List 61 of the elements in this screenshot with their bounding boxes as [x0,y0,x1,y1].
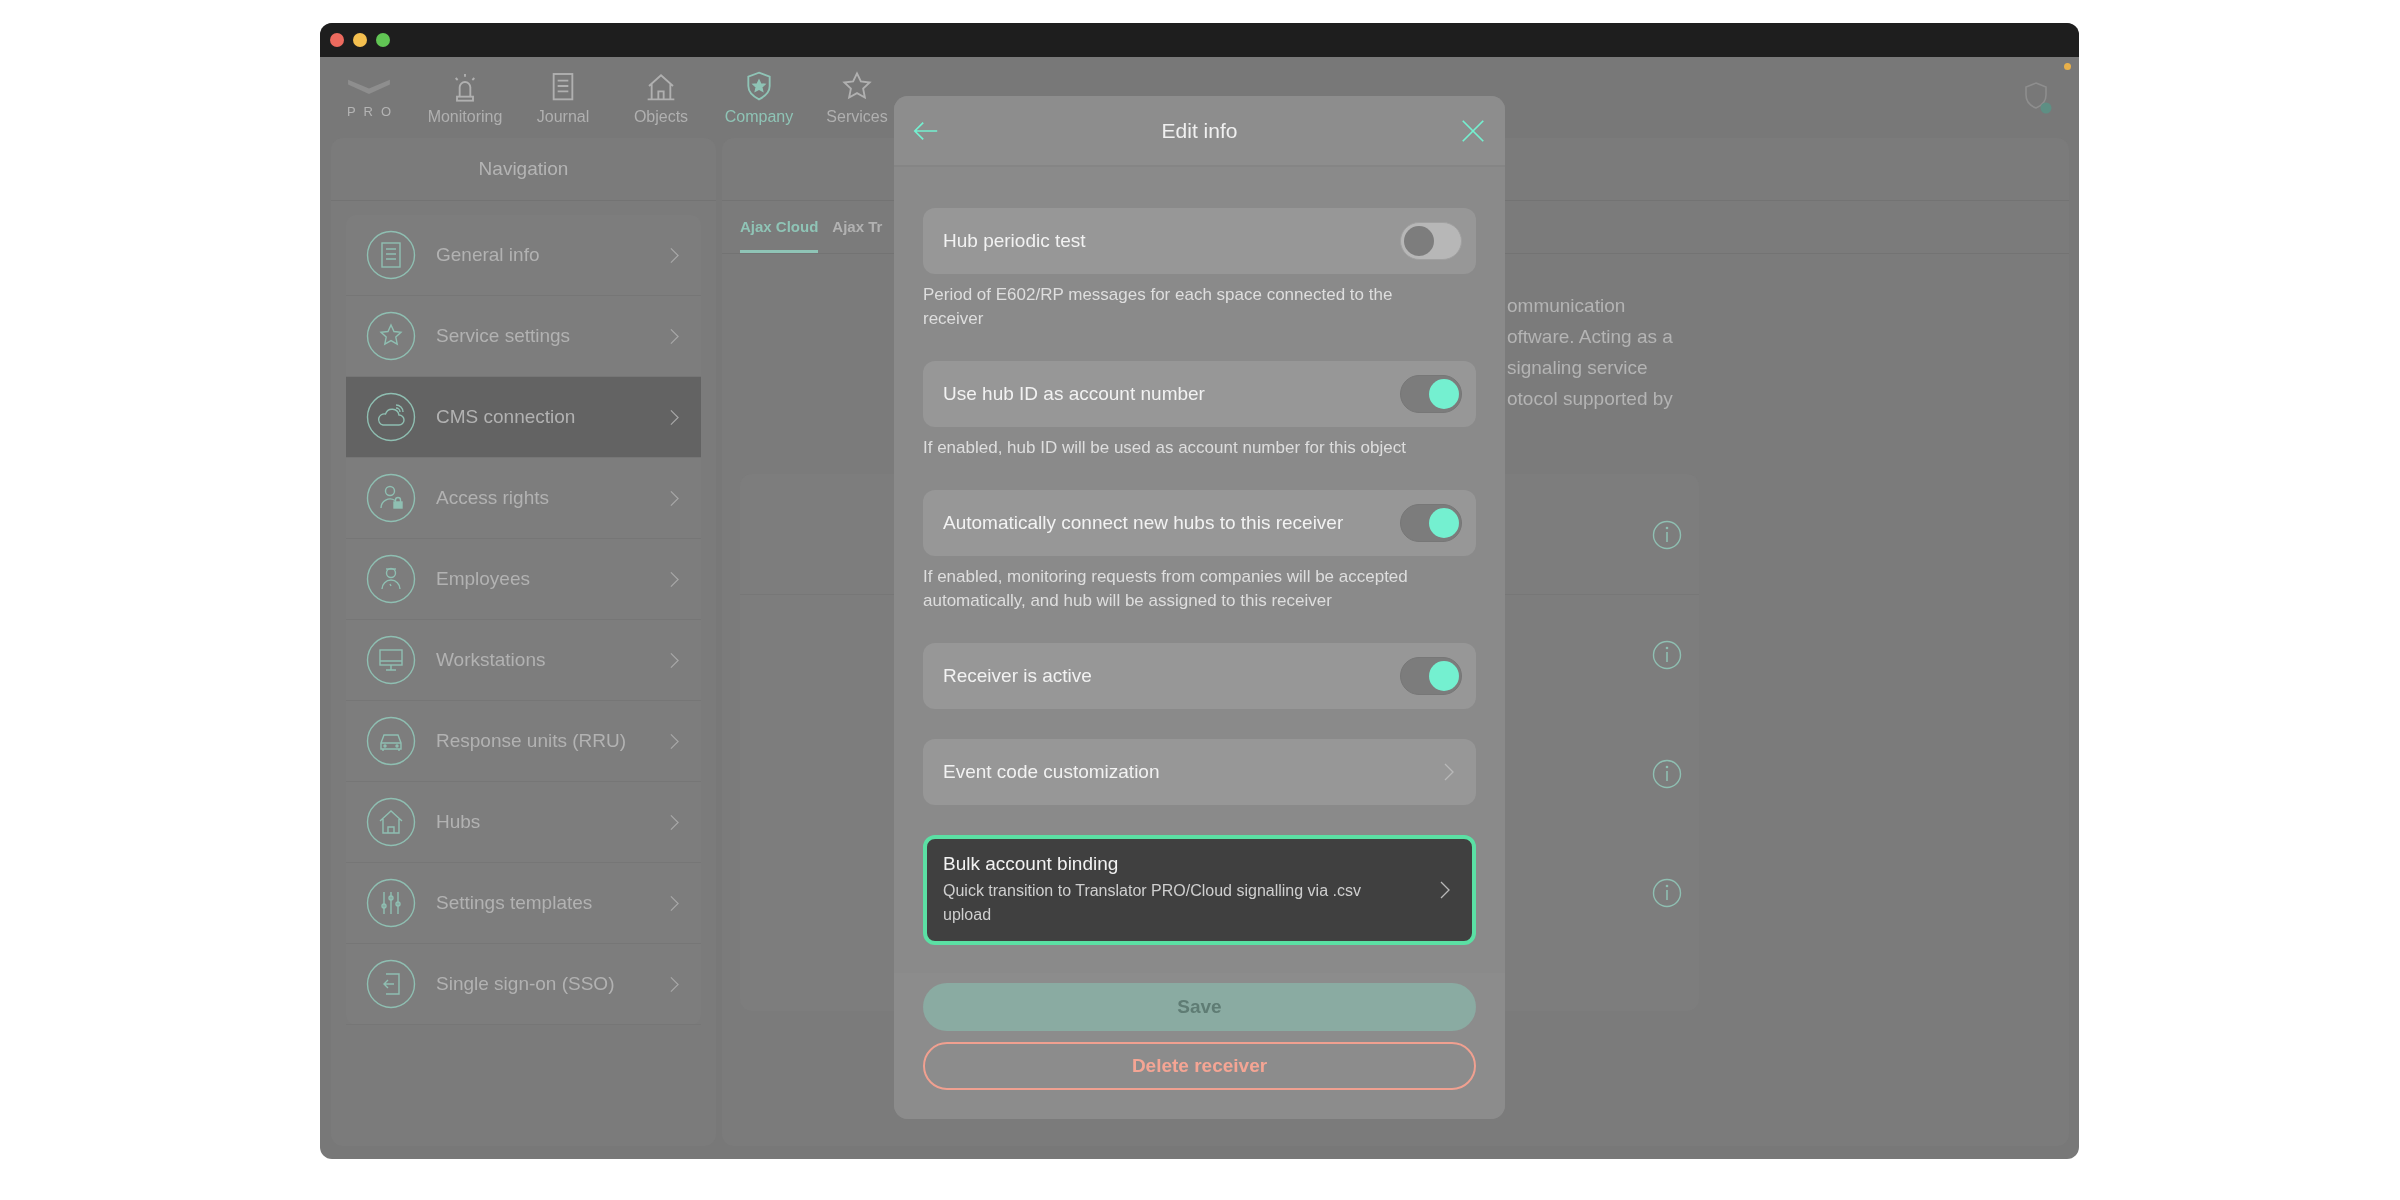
zoom-window-button[interactable] [376,33,390,47]
toggle-switch[interactable] [1400,657,1462,695]
toggle-switch[interactable] [1400,504,1462,542]
house-icon [366,797,416,847]
car-icon [366,716,416,766]
setting-hint: If enabled, monitoring requests from companies will be accepted automatically, and hub will be assigned to this receiver [923,566,1409,612]
dialog-title: Edit info [1161,118,1238,143]
setting-label: Automatically connect new hubs to this receiver [943,512,1345,534]
chevron-icon [1440,881,1450,899]
toggle-switch[interactable] [1400,375,1462,413]
navigation-item[interactable]: CMS connection [346,377,701,458]
sliders-icon [366,878,416,928]
info-icon[interactable] [1652,877,1682,908]
delete-receiver-button[interactable]: Delete receiver [923,1042,1476,1090]
info-icon[interactable] [1652,639,1682,670]
setting-hint: Period of E602/RP messages for each space connected to the receiver [923,284,1394,330]
chevron-icon [670,570,679,588]
chevron-icon [670,489,679,507]
person-icon [366,554,416,604]
menu-item[interactable]: Event code customization [923,739,1476,805]
logo-text: PRO [345,103,400,119]
shield-icon[interactable] [2023,80,2053,115]
info-icon[interactable] [1652,758,1682,789]
description-line: oftware. Acting as a [1507,325,1673,349]
info-icon[interactable] [1652,519,1682,550]
setting-label: Receiver is active [943,665,1093,687]
panel-title: Navigation [478,158,569,180]
chevron-icon [670,327,679,345]
description-line: ommunication [1507,294,1626,318]
document-icon [366,230,416,280]
nav-tab[interactable]: Objects [612,69,710,126]
person-lock-icon [366,473,416,523]
setting-label: Use hub ID as account number [943,383,1206,405]
nav-tab[interactable]: Company [710,69,808,126]
chevron-icon [670,732,679,750]
notification-dot [2064,63,2071,70]
menu-item-subtitle: Quick transition to Translator PRO/Cloud signalling via .csv upload [943,881,1362,925]
nav-tab[interactable]: Services [808,69,906,126]
chevron-icon [670,246,679,264]
close-window-button[interactable] [330,33,344,47]
chevron-icon [1444,763,1454,781]
setting-hint: If enabled, hub ID will be used as account number for this object [923,437,1407,459]
chevron-icon [670,651,679,669]
tab[interactable]: Ajax Cloud [740,201,819,253]
chevron-icon [670,894,679,912]
menu-item-label: Event code customization [943,761,1161,783]
description-line: otocol supported by [1507,387,1673,411]
star-icon [841,69,873,102]
description-line: signaling service [1507,356,1648,380]
chevron-icon [670,813,679,831]
minimize-window-button[interactable] [353,33,367,47]
menu-item-label: Bulk account binding [943,853,1120,875]
cloud-icon [366,392,416,442]
monitor-icon [366,635,416,685]
chevron-icon [670,408,679,426]
menu-item[interactable]: Bulk account binding Quick transition to Translator PRO/Cloud signalling via .csv upload [923,835,1476,945]
nav-tab[interactable]: Monitoring [416,69,514,126]
setting-label: Hub periodic test [943,230,1087,252]
toggle-switch[interactable] [1400,222,1462,260]
nav-tab[interactable]: Journal [514,69,612,126]
chevron-icon [670,975,679,993]
